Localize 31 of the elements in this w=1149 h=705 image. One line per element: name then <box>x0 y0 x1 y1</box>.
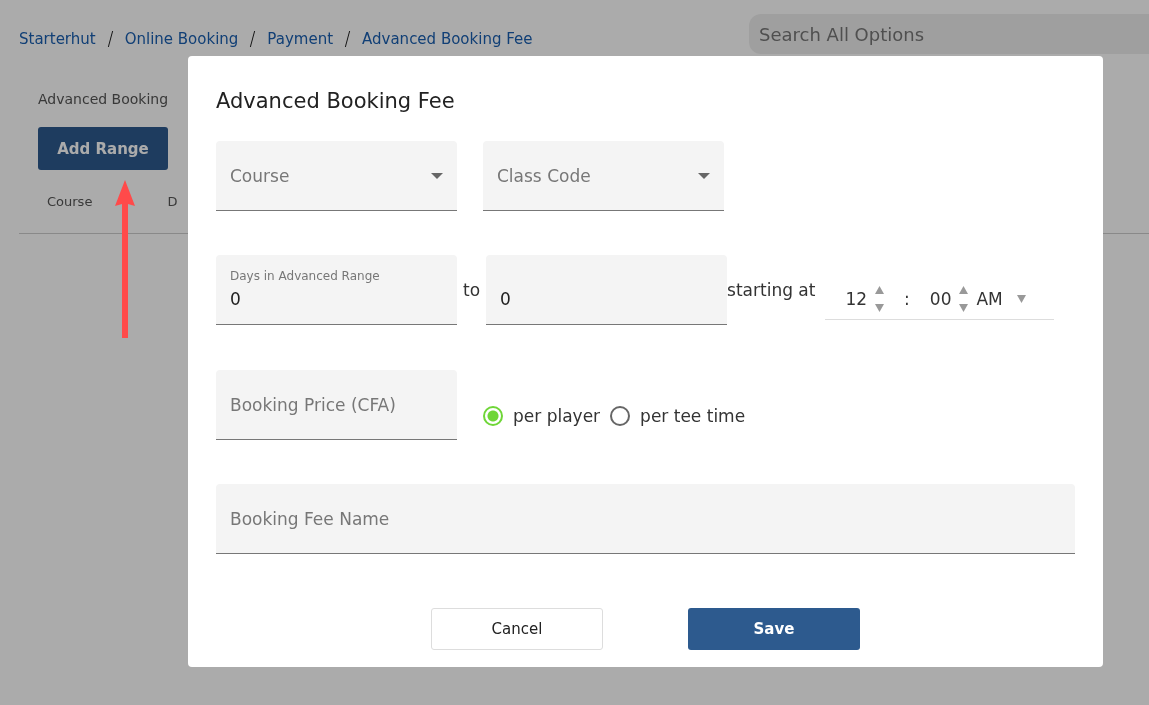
save-button[interactable]: Save <box>688 608 860 650</box>
hour-value[interactable]: 12 <box>845 288 868 309</box>
caret-icon <box>698 172 710 179</box>
select-field[interactable]: Course <box>216 141 457 211</box>
column-header: Course <box>47 194 93 209</box>
spinner-icon[interactable] <box>875 285 885 312</box>
name-field[interactable]: Booking Fee Name <box>216 484 1075 554</box>
section-heading: Advanced Booking <box>38 91 169 107</box>
select-field[interactable]: Class Code <box>483 141 724 211</box>
range-joiner: to <box>463 280 481 300</box>
column-header: D <box>167 194 178 209</box>
period-value[interactable]: AM <box>976 288 1003 309</box>
start-label: starting at <box>727 280 816 300</box>
input-field[interactable]: 0 <box>486 255 728 325</box>
caret-icon <box>431 172 443 179</box>
time-separator: : <box>904 288 910 309</box>
radio-option[interactable]: per tee time <box>610 406 746 426</box>
breadcrumb-link[interactable]: Payment <box>267 30 334 48</box>
radio-option[interactable]: per player <box>483 406 601 426</box>
breadcrumb-link[interactable]: Advanced Booking Fee <box>362 30 533 48</box>
input-field[interactable]: Days in Advanced Range 0 <box>216 255 457 325</box>
dialog-title: Advanced Booking Fee <box>216 89 456 113</box>
breadcrumb-link[interactable]: Starterhut <box>19 30 96 48</box>
add-range-button[interactable]: Add Range <box>38 127 168 170</box>
price-field[interactable]: Booking Price (CFA) <box>216 370 457 440</box>
breadcrumb-link[interactable]: Online Booking <box>124 30 239 48</box>
caret-icon[interactable] <box>1016 294 1026 303</box>
search-field[interactable]: Search All Options <box>749 14 1149 54</box>
minute-value[interactable]: 00 <box>929 288 952 309</box>
spinner-icon[interactable] <box>959 285 969 312</box>
cancel-button[interactable]: Cancel <box>431 608 603 650</box>
